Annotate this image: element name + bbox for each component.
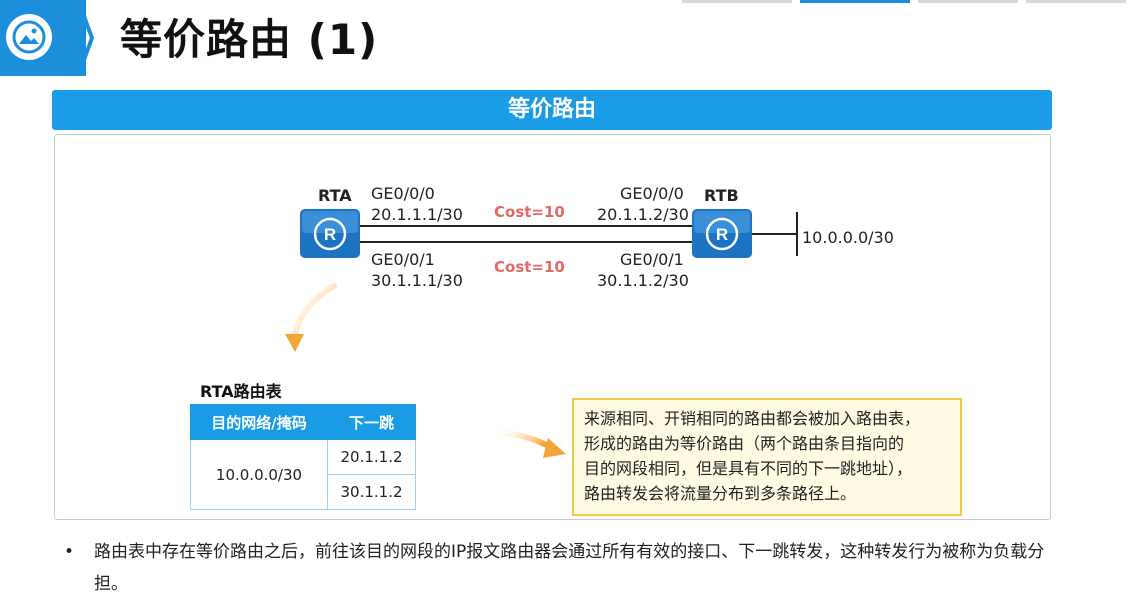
note-line: 目的网段相同，但是具有不同的下一跳地址）， [584,459,913,478]
explanation-note: 来源相同、开销相同的路由都会被加入路由表， 形成的路由为等价路由（两个路由条目指… [572,398,962,516]
table-row: 10.0.0.0/30 20.1.1.2 [190,439,416,510]
router-a-name: RTA [318,186,352,205]
rtb-ge001-ip: 30.1.1.2/30 [597,271,689,290]
column-header-destination: 目的网络/掩码 [190,404,328,440]
rtb-ge000-ip: 20.1.1.2/30 [597,205,689,224]
svg-text:R: R [324,225,336,244]
router-icon[interactable]: R [300,209,360,258]
rta-ge000-ip: 20.1.1.1/30 [371,205,463,224]
rtb-ge001-label: GE0/0/1 [620,250,684,269]
note-line: 路由转发会将流量分布到多条路径上。 [584,484,857,503]
note-line: 形成的路由为等价路由（两个路由条目指向的 [584,434,905,453]
curved-arrow-icon [285,283,337,352]
rta-ge001-ip: 30.1.1.1/30 [371,271,463,290]
routing-table: 目的网络/掩码 下一跳 10.0.0.0/30 20.1.1.2 30.1.1.… [190,404,416,510]
rta-ge000-label: GE0/0/0 [371,184,435,203]
rta-ge001-label: GE0/0/1 [371,250,435,269]
svg-text:R: R [716,225,728,244]
bullet-marker: • [64,542,75,562]
note-line: 来源相同、开销相同的路由都会被加入路由表， [584,409,921,428]
next-hop-cell: 30.1.1.2 [327,474,416,510]
column-header-next-hop: 下一跳 [327,404,416,440]
router-b-name: RTB [704,186,739,205]
destination-cell: 10.0.0.0/30 [190,439,328,510]
cost-label-1: Cost=10 [494,203,565,221]
rtb-ge000-label: GE0/0/0 [620,184,684,203]
bullet-text: 路由表中存在等价路由之后，前往该目的网段的IP报文路由器会通过所有有效的接口、下… [94,542,1045,594]
routing-table-caption: RTA路由表 [200,382,282,401]
network-label: 10.0.0.0/30 [802,228,894,247]
next-hop-cell: 20.1.1.2 [327,439,416,475]
arrow-right-icon [491,429,566,458]
cost-label-2: Cost=10 [494,258,565,276]
router-icon[interactable]: R [692,209,752,258]
